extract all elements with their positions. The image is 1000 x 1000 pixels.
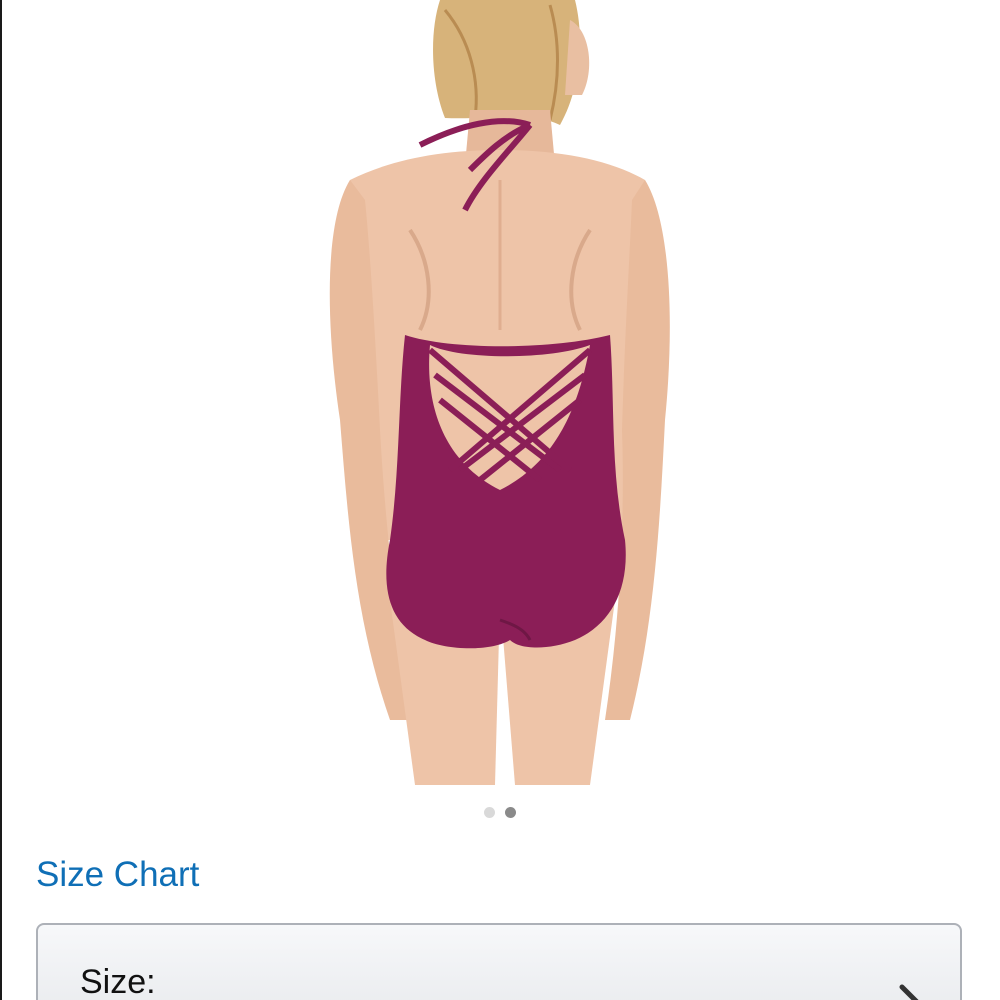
product-image[interactable] <box>230 0 770 785</box>
size-chart-link[interactable]: Size Chart <box>36 855 199 895</box>
carousel-dots <box>0 807 1000 818</box>
carousel-dot-1[interactable] <box>484 807 495 818</box>
screen-edge <box>0 0 2 1000</box>
size-selector-label: Size: <box>80 963 156 1000</box>
carousel-dot-2[interactable] <box>505 807 516 818</box>
chevron-right-icon <box>899 984 919 1000</box>
product-page: Size Chart Size: <box>0 0 1000 1000</box>
size-selector[interactable]: Size: <box>36 923 962 1000</box>
